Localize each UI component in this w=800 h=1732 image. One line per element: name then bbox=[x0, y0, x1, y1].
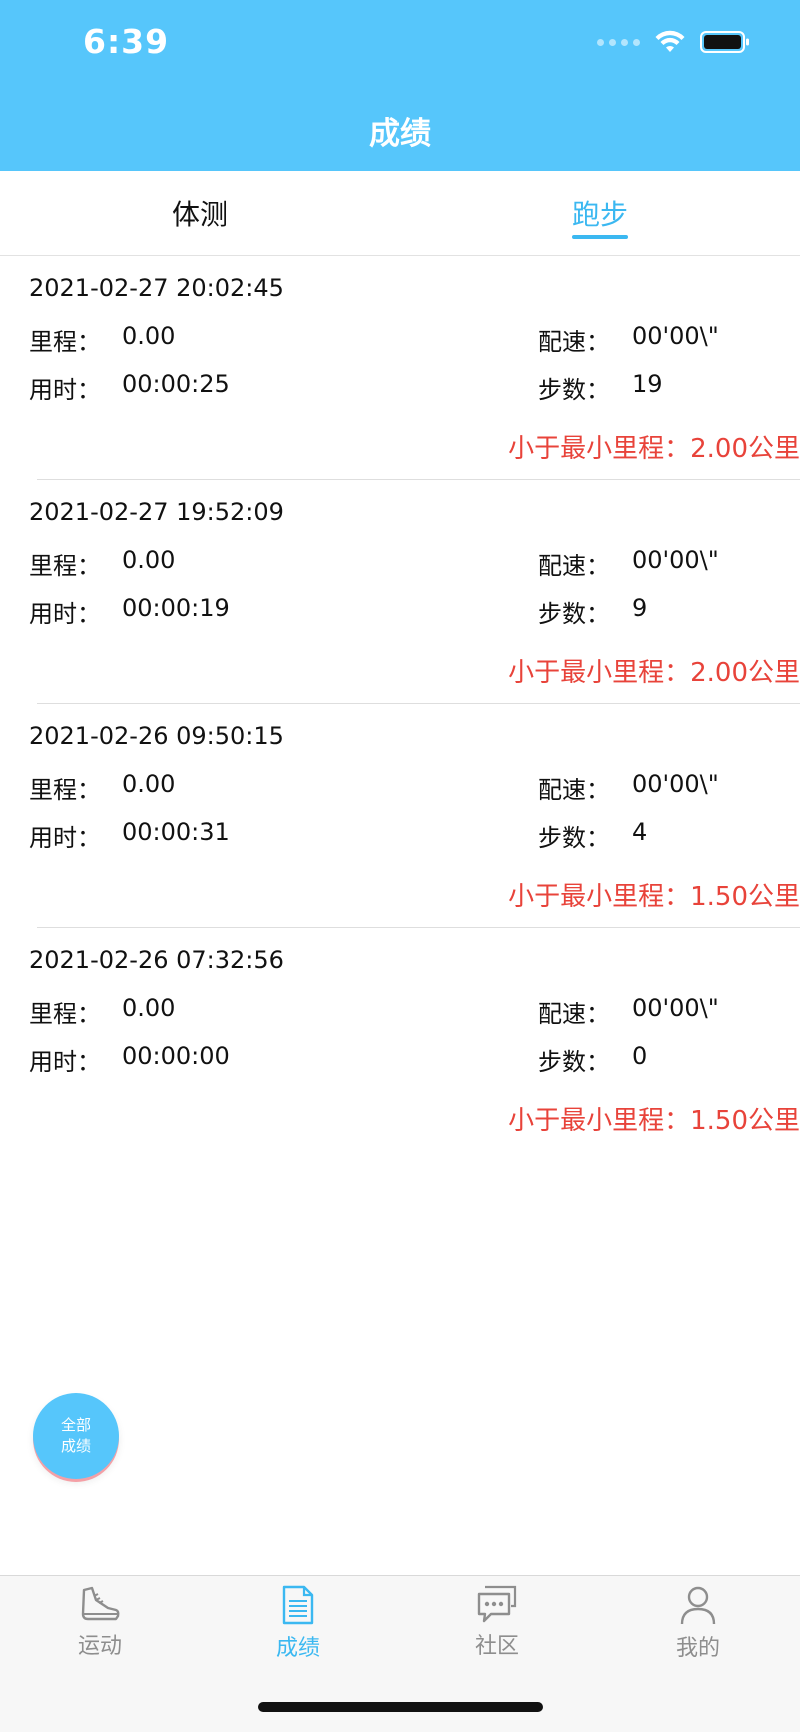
nav-item-community[interactable]: 社区 bbox=[437, 1584, 557, 1660]
tab-running[interactable]: 跑步 bbox=[520, 193, 680, 233]
duration-value: 00:00:19 bbox=[122, 594, 230, 622]
distance-label: 里程： bbox=[29, 552, 101, 580]
duration-value: 00:00:25 bbox=[122, 370, 230, 398]
record-datetime: 2021-02-26 07:32:56 bbox=[29, 946, 284, 974]
steps-value: 4 bbox=[632, 818, 648, 846]
tab-bar: 体测 跑步 bbox=[0, 171, 800, 256]
record-datetime: 2021-02-27 19:52:09 bbox=[29, 498, 284, 526]
min-distance-warning: 小于最小里程：1.50公里 bbox=[508, 882, 800, 912]
shoe-icon bbox=[81, 1586, 120, 1621]
record-item[interactable]: 2021-02-26 07:32:56 里程： 0.00 配速： 00'00\"… bbox=[29, 928, 800, 1151]
nav-item-mine[interactable]: 我的 bbox=[638, 1584, 758, 1662]
steps-label: 步数： bbox=[538, 376, 610, 404]
min-distance-warning: 小于最小里程：1.50公里 bbox=[508, 1106, 800, 1136]
home-indicator[interactable] bbox=[258, 1702, 543, 1712]
record-item[interactable]: 2021-02-27 20:02:45 里程： 0.00 配速： 00'00\"… bbox=[29, 256, 800, 480]
pace-value: 00'00\" bbox=[632, 770, 719, 798]
nav-label-community: 社区 bbox=[474, 1634, 519, 1659]
pace-label: 配速： bbox=[538, 328, 610, 356]
steps-value: 9 bbox=[632, 594, 648, 622]
battery-icon bbox=[700, 31, 749, 53]
distance-label: 里程： bbox=[29, 776, 101, 804]
all-scores-line2: 成绩 bbox=[60, 1437, 91, 1455]
duration-value: 00:00:31 bbox=[122, 818, 230, 846]
person-icon bbox=[680, 1586, 716, 1625]
tab-physical-test[interactable]: 体测 bbox=[120, 193, 280, 233]
distance-label: 里程： bbox=[29, 1000, 101, 1028]
signal-icon bbox=[597, 38, 640, 46]
all-scores-button[interactable]: 全部 成绩 bbox=[33, 1393, 119, 1479]
steps-value: 19 bbox=[632, 370, 663, 398]
record-item[interactable]: 2021-02-26 09:50:15 里程： 0.00 配速： 00'00\"… bbox=[29, 704, 800, 928]
duration-label: 用时： bbox=[29, 824, 101, 852]
document-icon bbox=[282, 1585, 314, 1625]
duration-label: 用时： bbox=[29, 1048, 101, 1076]
nav-label-mine: 我的 bbox=[675, 1636, 720, 1661]
status-time: 6:39 bbox=[83, 22, 170, 61]
distance-value: 0.00 bbox=[122, 770, 176, 798]
pace-label: 配速： bbox=[538, 552, 610, 580]
duration-value: 00:00:00 bbox=[122, 1042, 230, 1070]
record-datetime: 2021-02-26 09:50:15 bbox=[29, 722, 284, 750]
min-distance-warning: 小于最小里程：2.00公里 bbox=[508, 434, 800, 464]
pace-value: 00'00\" bbox=[632, 994, 719, 1022]
active-tab-indicator bbox=[572, 235, 628, 239]
app-header: 6:39 成绩 bbox=[0, 0, 800, 171]
steps-label: 步数： bbox=[538, 1048, 610, 1076]
steps-label: 步数： bbox=[538, 600, 610, 628]
record-item[interactable]: 2021-02-27 19:52:09 里程： 0.00 配速： 00'00\"… bbox=[29, 480, 800, 704]
distance-value: 0.00 bbox=[122, 994, 176, 1022]
pace-label: 配速： bbox=[538, 776, 610, 804]
pace-value: 00'00\" bbox=[632, 322, 719, 350]
duration-label: 用时： bbox=[29, 600, 101, 628]
distance-label: 里程： bbox=[29, 328, 101, 356]
all-scores-line1: 全部 bbox=[60, 1416, 91, 1434]
nav-label-sport: 运动 bbox=[77, 1634, 122, 1659]
nav-item-sport[interactable]: 运动 bbox=[40, 1584, 160, 1660]
nav-label-score: 成绩 bbox=[275, 1636, 320, 1661]
page-title: 成绩 bbox=[369, 116, 431, 152]
pace-value: 00'00\" bbox=[632, 546, 719, 574]
chat-icon bbox=[477, 1585, 517, 1623]
duration-label: 用时： bbox=[29, 376, 101, 404]
min-distance-warning: 小于最小里程：2.00公里 bbox=[508, 658, 800, 688]
wifi-icon bbox=[655, 30, 685, 52]
distance-value: 0.00 bbox=[122, 322, 176, 350]
steps-value: 0 bbox=[632, 1042, 648, 1070]
record-datetime: 2021-02-27 20:02:45 bbox=[29, 274, 284, 302]
record-list: 2021-02-27 20:02:45 里程： 0.00 配速： 00'00\"… bbox=[0, 256, 800, 1151]
distance-value: 0.00 bbox=[122, 546, 176, 574]
status-icons bbox=[597, 30, 750, 54]
nav-item-score[interactable]: 成绩 bbox=[238, 1584, 358, 1662]
pace-label: 配速： bbox=[538, 1000, 610, 1028]
steps-label: 步数： bbox=[538, 824, 610, 852]
